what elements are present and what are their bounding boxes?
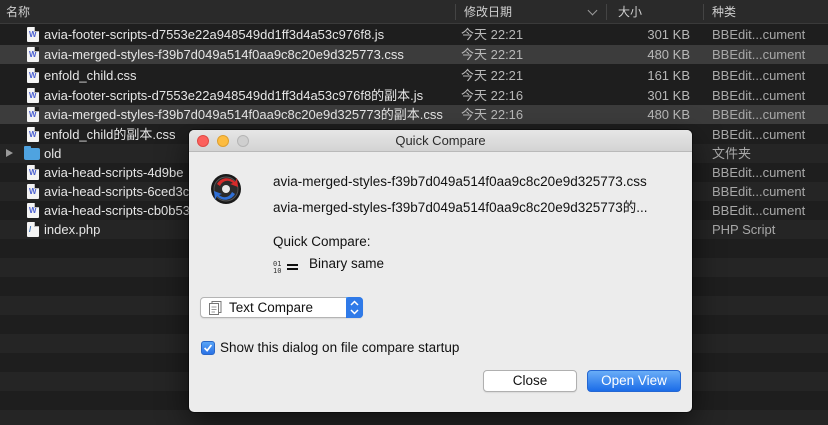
file-kind: BBEdit...cument — [712, 203, 806, 218]
column-divider — [606, 4, 607, 20]
file-name: avia-footer-scripts-d7553e22a948549dd1ff… — [44, 88, 424, 103]
file-row[interactable]: W avia-footer-scripts-d7553e22a948549dd1… — [0, 86, 828, 105]
file-size: 161 KB — [647, 68, 690, 83]
file-name: avia-merged-styles-f39b7d049a514f0aa9c8c… — [44, 107, 443, 122]
file-date: 今天 22:21 — [461, 47, 524, 62]
file-kind: BBEdit...cument — [712, 88, 806, 103]
css-file-icon: W — [27, 107, 39, 122]
file-size: 301 KB — [647, 88, 690, 103]
file-row[interactable]: W avia-footer-scripts-d7553e22a948549dd1… — [0, 25, 828, 44]
compare-result-text: Binary same — [309, 256, 385, 271]
css-file-icon: W — [27, 127, 39, 142]
js-file-icon: W — [27, 27, 39, 42]
column-header-size[interactable]: 大小 — [618, 0, 642, 24]
folder-icon — [24, 146, 40, 160]
quick-compare-dialog: Quick Compare avia-merged-styles-f39b7d0… — [189, 130, 692, 412]
file-date: 今天 22:16 — [461, 88, 524, 103]
file-size: 480 KB — [647, 47, 690, 62]
open-view-button[interactable]: Open View — [587, 370, 681, 392]
close-button[interactable]: Close — [483, 370, 577, 392]
file-date: 今天 22:16 — [461, 107, 524, 122]
compare-file-2: avia-merged-styles-f39b7d049a514f0aa9c8c… — [273, 200, 648, 215]
js-file-icon: W — [27, 203, 39, 218]
file-date: 今天 22:21 — [461, 68, 524, 83]
compare-mode-popup[interactable]: Text Compare — [200, 297, 363, 318]
dialog-title: Quick Compare — [395, 133, 486, 148]
file-name: enfold_child.css — [44, 68, 137, 83]
php-file-icon: / — [27, 222, 39, 237]
file-kind: BBEdit...cument — [712, 27, 806, 42]
disclosure-triangle-icon[interactable] — [6, 149, 13, 157]
file-kind: BBEdit...cument — [712, 127, 806, 142]
quick-compare-label: Quick Compare: — [273, 234, 371, 249]
file-kind: BBEdit...cument — [712, 68, 806, 83]
startup-checkbox-label[interactable]: Show this dialog on file compare startup — [220, 340, 459, 355]
file-kind: PHP Script — [712, 222, 776, 237]
file-name: avia-merged-styles-f39b7d049a514f0aa9c8c… — [44, 47, 404, 62]
file-date: 今天 22:21 — [461, 27, 524, 42]
empty-row — [0, 410, 828, 425]
file-size: 301 KB — [647, 27, 690, 42]
column-divider — [703, 4, 704, 20]
file-kind: BBEdit...cument — [712, 184, 806, 199]
file-row-selected[interactable]: W avia-merged-styles-f39b7d049a514f0aa9c… — [0, 105, 828, 124]
svg-text:10: 10 — [273, 267, 281, 274]
css-file-icon: W — [27, 47, 39, 62]
popup-stepper-icon[interactable] — [346, 297, 363, 318]
compare-file-1: avia-merged-styles-f39b7d049a514f0aa9c8c… — [273, 174, 647, 189]
file-kind: BBEdit...cument — [712, 107, 806, 122]
js-file-icon: W — [27, 184, 39, 199]
column-divider — [455, 4, 456, 20]
column-header-date[interactable]: 修改日期 — [464, 0, 512, 24]
sort-chevron-icon[interactable] — [587, 5, 598, 16]
js-file-icon: W — [27, 165, 39, 180]
document-icon — [209, 301, 222, 315]
js-file-icon: W — [27, 88, 39, 103]
file-kind: BBEdit...cument — [712, 165, 806, 180]
list-header: 名称 修改日期 大小 种类 — [0, 0, 828, 24]
file-kind: BBEdit...cument — [712, 47, 806, 62]
startup-checkbox[interactable] — [201, 341, 215, 355]
file-row[interactable]: W enfold_child.css 今天 22:21 161 KB BBEdi… — [0, 66, 828, 85]
column-header-kind[interactable]: 种类 — [712, 0, 736, 24]
file-row-selected[interactable]: W avia-merged-styles-f39b7d049a514f0aa9c… — [0, 45, 828, 64]
compare-mode-value: Text Compare — [229, 300, 314, 315]
binary-equal-icon: 01 10 — [273, 260, 298, 274]
dialog-titlebar[interactable]: Quick Compare — [189, 130, 692, 152]
file-name: avia-footer-scripts-d7553e22a948549dd1ff… — [44, 27, 385, 42]
file-size: 480 KB — [647, 107, 690, 122]
compare-app-icon — [211, 174, 241, 204]
file-kind: 文件夹 — [712, 146, 752, 161]
css-file-icon: W — [27, 68, 39, 83]
column-header-name[interactable]: 名称 — [6, 0, 30, 24]
